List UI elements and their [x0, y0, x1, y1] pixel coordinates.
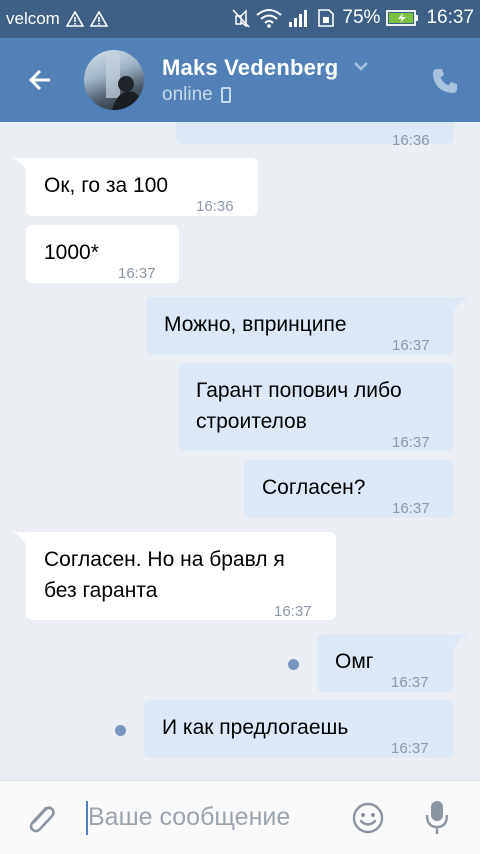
message-bubble[interactable]: Согласен? 16:37	[244, 460, 454, 518]
bubble-tail	[453, 634, 469, 650]
sim-icon	[318, 9, 335, 27]
message-text: Можно, впринципе	[164, 313, 347, 336]
message-bubble[interactable]: Ок, го за 100 16:36	[26, 158, 258, 216]
message-text-line: строителов	[196, 410, 307, 433]
message-list[interactable]: завышает 16:36 Ок, го за 100 16:36 1000*…	[0, 122, 480, 780]
unread-indicator	[115, 725, 126, 736]
warning-icon	[89, 11, 108, 27]
message-time: 16:37	[392, 500, 430, 517]
message-time: 16:36	[392, 132, 430, 149]
message-text: завышает	[194, 122, 291, 131]
signal-icon	[289, 10, 308, 27]
message-text: 1000*	[44, 241, 99, 264]
wifi-icon	[256, 9, 283, 28]
message-text-line: Согласен. Но на бравл я	[44, 548, 285, 571]
message-bubble[interactable]: 1000* 16:37	[26, 225, 179, 283]
online-status: online	[162, 84, 231, 106]
message-text: Согласен?	[262, 476, 366, 499]
message-bubble[interactable]: Можно, впринципе 16:37	[146, 297, 454, 355]
attach-icon[interactable]	[24, 801, 58, 837]
battery-percent: 75%	[342, 7, 381, 28]
message-time: 16:37	[391, 740, 429, 757]
message-bubble[interactable]: И как предлогаешь 16:37	[144, 700, 454, 758]
avatar[interactable]	[84, 50, 144, 110]
message-time: 16:37	[391, 674, 429, 691]
online-label: online	[162, 84, 213, 105]
message-time: 16:36	[196, 198, 234, 215]
chat-header: Maks Vedenberg online	[0, 38, 480, 122]
carrier-label: velcom	[6, 9, 60, 28]
microphone-icon[interactable]	[424, 799, 450, 837]
message-bubble[interactable]: Согласен. Но на бравл я без гаранта 16:3…	[26, 532, 336, 620]
emoji-icon[interactable]	[352, 802, 384, 834]
message-time: 16:37	[118, 265, 156, 282]
clock: 16:37	[426, 7, 474, 28]
message-text-line: Гарант попович либо	[196, 379, 402, 402]
warning-icon	[65, 11, 84, 27]
message-text: Ок, го за 100	[44, 174, 169, 197]
mute-icon	[232, 9, 251, 28]
bubble-tail	[453, 297, 469, 313]
message-time: 16:37	[274, 603, 312, 620]
message-text: Омг	[335, 650, 374, 673]
message-text-line: без гаранта	[44, 579, 158, 602]
status-bar: velcom 75% 16:37	[0, 0, 480, 38]
chevron-down-icon[interactable]	[352, 60, 370, 72]
message-input[interactable]: Ваше сообщение	[88, 803, 290, 832]
message-bubble[interactable]: Гарант попович либо строителов 16:37	[178, 363, 454, 451]
message-text: И как предлогаешь	[162, 716, 349, 739]
message-time: 16:37	[392, 434, 430, 451]
message-composer: Ваше сообщение	[0, 780, 480, 854]
phone-icon[interactable]	[430, 66, 460, 96]
message-bubble[interactable]: Омг 16:37	[317, 634, 454, 692]
unread-indicator	[288, 659, 299, 670]
message-bubble[interactable]: завышает 16:36	[176, 122, 454, 149]
back-arrow-icon[interactable]	[24, 64, 56, 96]
mobile-icon	[220, 87, 231, 103]
battery-charging-icon	[386, 10, 419, 26]
message-time: 16:37	[392, 337, 430, 354]
contact-name[interactable]: Maks Vedenberg	[162, 55, 338, 81]
